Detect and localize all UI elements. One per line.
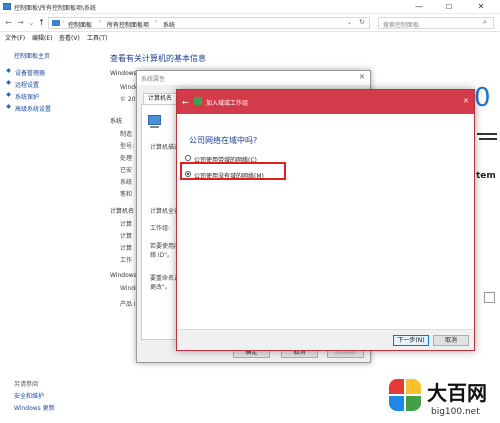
close-icon[interactable]: ✕ bbox=[359, 73, 365, 81]
edition-section-heading: Windows bbox=[110, 70, 137, 77]
close-button[interactable]: ✕ bbox=[466, 0, 496, 14]
system-properties-titlebar: 系统属性 ✕ bbox=[137, 71, 370, 85]
breadcrumb-separator-icon: › bbox=[155, 19, 157, 25]
sidebar-item-device-manager[interactable]: ◆ 设备管理器 bbox=[5, 67, 100, 77]
breadcrumb-separator-icon: › bbox=[62, 19, 64, 25]
up-arrow-icon[interactable]: ↑ bbox=[36, 17, 47, 29]
join-dialog-body: 公司网络在域中吗? 公司使用带域的网络(C) 公司使用没有域的网络(M) bbox=[177, 114, 474, 329]
system-row-label: 笔和 bbox=[120, 191, 133, 198]
sidebar-item-label: 高级系统设置 bbox=[15, 106, 52, 113]
workgroup-label: 工作组: bbox=[150, 225, 171, 232]
network-icon bbox=[194, 97, 202, 105]
dropdown-chevron-icon[interactable]: ⌄ bbox=[347, 19, 352, 26]
menu-view[interactable]: 查看(V) bbox=[59, 33, 80, 42]
shield-icon: ◆ bbox=[6, 67, 11, 74]
sidebar-item-remote[interactable]: ◆ 远程设置 bbox=[5, 79, 100, 89]
search-input[interactable]: 搜索控制面板 bbox=[383, 20, 419, 29]
window-title: 控制面板\所有控制面板项\系统 bbox=[14, 5, 97, 12]
address-bar: ← → ⌄ ↑ › 控制面板 › 所有控制面板项 › 系统 ⌄ ↻ 搜索控制面板… bbox=[0, 14, 500, 32]
windows-logo-text: 0 bbox=[474, 83, 491, 113]
computer-section-heading: 计算机名 bbox=[110, 208, 135, 215]
menu-edit[interactable]: 编辑(E) bbox=[32, 33, 52, 42]
menu-tools[interactable]: 工具(T) bbox=[87, 33, 107, 42]
breadcrumb-item[interactable]: 所有控制面板项 bbox=[107, 20, 149, 29]
title-bar: 控制面板\所有控制面板项\系统 — ☐ ✕ bbox=[0, 0, 500, 14]
sidebar-item-advanced[interactable]: ◆ 高级系统设置 bbox=[5, 103, 100, 113]
breadcrumb-separator-icon: › bbox=[99, 19, 101, 25]
computer-row-label: 工作 bbox=[120, 257, 133, 264]
sidebar-home-link[interactable]: 控制面板主页 bbox=[14, 51, 50, 60]
watermark-url: big100.net bbox=[431, 407, 480, 417]
computer-stand-icon bbox=[150, 126, 159, 128]
address-field[interactable]: › 控制面板 › 所有控制面板项 › 系统 ⌄ ↻ bbox=[48, 17, 370, 29]
sidebar-item-label: 设备管理器 bbox=[15, 70, 46, 77]
sidebar-item-protection[interactable]: ◆ 系统保护 bbox=[5, 91, 100, 101]
shield-icon: ◆ bbox=[6, 79, 11, 86]
computer-icon bbox=[148, 115, 161, 125]
join-dialog-footer: 下一步(N) 取消 bbox=[177, 329, 474, 350]
forward-arrow-icon[interactable]: → bbox=[15, 17, 26, 29]
menu-file[interactable]: 文件(F) bbox=[5, 33, 25, 42]
change-settings-icon[interactable] bbox=[484, 292, 495, 303]
sidebar: 控制面板主页 ◆ 设备管理器 ◆ 远程设置 ◆ 系统保护 ◆ 高级系统设置 另请… bbox=[0, 43, 104, 423]
back-arrow-icon[interactable]: ← bbox=[3, 17, 14, 29]
system-row-label: 处理 bbox=[120, 155, 133, 162]
join-dialog-titlebar: ← 加入域或工作组 ✕ bbox=[177, 90, 474, 114]
system-properties-title: 系统属性 bbox=[141, 76, 166, 83]
computer-row-label: 计算 bbox=[120, 233, 133, 240]
see-also-heading: 另请参阅 bbox=[14, 381, 39, 388]
page-title: 查看有关计算机的基本信息 bbox=[110, 54, 206, 63]
search-field[interactable]: 搜索控制面板 ⌕ bbox=[378, 17, 494, 29]
system-row-label: 制造 bbox=[120, 131, 133, 138]
watermark-name: 大百网 bbox=[427, 381, 487, 405]
sidebar-item-label: 系统保护 bbox=[15, 94, 40, 101]
highlight-box bbox=[180, 162, 286, 180]
shield-icon: ◆ bbox=[6, 103, 11, 110]
join-dialog-title: 加入域或工作组 bbox=[206, 100, 249, 107]
tab-computer-name[interactable]: 计算机名 bbox=[143, 93, 177, 104]
system-section-heading: 系统 bbox=[110, 118, 123, 125]
oem-logo-stroke bbox=[477, 133, 497, 135]
cancel-button[interactable]: 取消 bbox=[433, 335, 469, 346]
menu-bar: 文件(F) 编辑(E) 查看(V) 工具(T) bbox=[0, 32, 500, 43]
shield-icon: ◆ bbox=[6, 91, 11, 98]
search-icon[interactable]: ⌕ bbox=[483, 18, 487, 27]
radio-unselected[interactable] bbox=[185, 155, 191, 161]
system-row-label: 已安 bbox=[120, 167, 133, 174]
computer-row-label: 计算 bbox=[120, 245, 133, 252]
activation-row-label: 产品 I bbox=[120, 301, 136, 308]
maximize-button[interactable]: ☐ bbox=[434, 0, 464, 14]
oem-logo-text: tem bbox=[476, 171, 496, 181]
control-panel-small-icon bbox=[52, 20, 60, 26]
system-row-label: 系统 bbox=[120, 179, 133, 186]
refresh-icon[interactable]: ↻ bbox=[359, 18, 365, 26]
control-panel-icon bbox=[3, 3, 11, 10]
activation-section-heading: Windows bbox=[110, 272, 137, 279]
sidebar-item-label: 远程设置 bbox=[15, 82, 40, 89]
breadcrumb-item[interactable]: 系统 bbox=[163, 20, 175, 29]
back-arrow-icon[interactable]: ← bbox=[182, 98, 189, 107]
see-also-security-link[interactable]: 安全和维护 bbox=[14, 391, 44, 400]
watermark-logo-icon bbox=[389, 379, 423, 413]
oem-logo-stroke bbox=[479, 138, 497, 140]
see-also-update-link[interactable]: Windows 更新 bbox=[14, 403, 55, 412]
computer-row-label: 计算 bbox=[120, 221, 133, 228]
watermark: 大百网 big100.net bbox=[389, 375, 500, 423]
close-icon[interactable]: ✕ bbox=[463, 97, 469, 105]
system-row-label: 型号: bbox=[120, 143, 135, 150]
breadcrumb-item[interactable]: 控制面板 bbox=[68, 20, 92, 29]
next-button[interactable]: 下一步(N) bbox=[393, 335, 429, 346]
join-question: 公司网络在域中吗? bbox=[189, 136, 258, 145]
join-domain-dialog: ← 加入域或工作组 ✕ 公司网络在域中吗? 公司使用带域的网络(C) 公司使用没… bbox=[176, 89, 475, 351]
minimize-button[interactable]: — bbox=[404, 0, 434, 14]
